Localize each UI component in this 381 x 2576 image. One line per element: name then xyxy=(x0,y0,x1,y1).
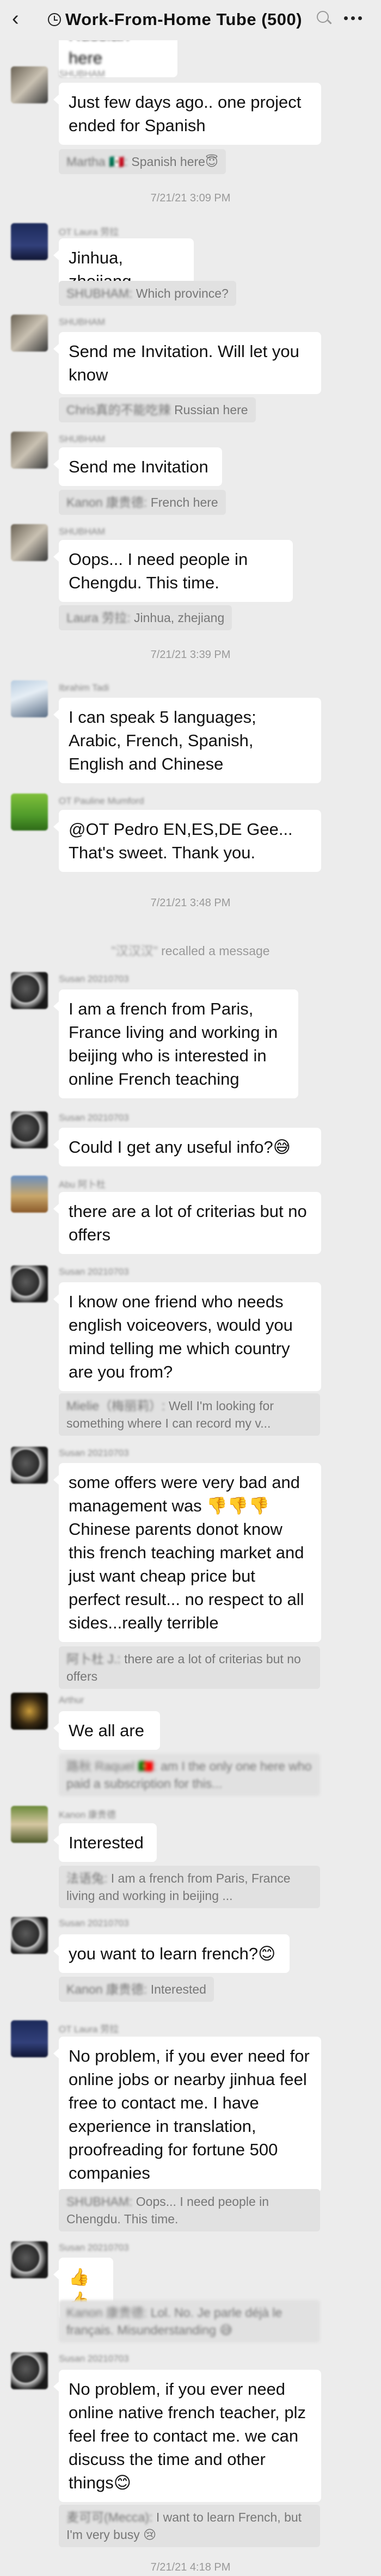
message-bubble[interactable]: Oops... I need people in Chengdu. This t… xyxy=(53,540,293,602)
quote-text: French here xyxy=(150,495,218,509)
avatar[interactable] xyxy=(11,66,48,103)
message-bubble[interactable]: Interested xyxy=(53,1823,157,1862)
avatar[interactable] xyxy=(11,1447,48,1484)
quote-sender: Laura 劳拉: xyxy=(66,611,131,625)
sender-name: SHUBHAM xyxy=(59,526,106,537)
quoted-reply[interactable]: Mielie（梅丽莉）: Well I'm looking for someth… xyxy=(59,1393,320,1436)
avatar[interactable] xyxy=(11,972,48,1009)
sender-name: SHUBHAM xyxy=(59,317,106,327)
mention[interactable]: @OT Pedro EN,ES,DE xyxy=(69,820,242,839)
avatar[interactable] xyxy=(11,1917,48,1954)
quote-sender: 麦可可(Mecca): xyxy=(66,2510,153,2524)
message-bubble[interactable]: Just few days ago.. one project ended fo… xyxy=(53,83,321,145)
quoted-reply[interactable]: Kanon 康贵德: French here xyxy=(59,490,226,515)
timestamp: 7/21/21 3:39 PM xyxy=(150,649,231,661)
message-bubble[interactable]: We all are xyxy=(53,1711,160,1750)
quote-text: Spanish here😇 xyxy=(131,155,218,169)
avatar[interactable] xyxy=(11,1111,48,1148)
message-bubble[interactable]: there are a lot of criterias but no offe… xyxy=(53,1192,321,1254)
quote-text: Jinhua, zhejiang xyxy=(134,611,225,625)
avatar[interactable] xyxy=(11,1176,48,1213)
sender-name: SHUBHAM xyxy=(59,69,106,79)
avatar[interactable] xyxy=(11,1693,48,1730)
quoted-reply[interactable]: Martha 🇲🇽: Spanish here😇 xyxy=(59,149,226,174)
search-icon[interactable] xyxy=(317,11,329,23)
quoted-reply[interactable]: Chris真的不能吃辣 Russian here xyxy=(59,397,256,422)
avatar[interactable] xyxy=(11,1265,48,1302)
chat-header: ‹ Work-From-Home Tube (500) xyxy=(0,0,381,40)
sender-name: Susan 20210703 xyxy=(59,1267,129,1277)
recall-text: recalled a message xyxy=(157,944,270,958)
message-bubble[interactable]: some offers were very bad and management… xyxy=(53,1463,321,1642)
quote-sender: SHUBHAM: xyxy=(66,2194,133,2209)
quote-sender: Kanon 康贵德: xyxy=(66,495,148,509)
recall-sender: "汉汉汉" xyxy=(111,944,158,958)
quote-sender: SHUBHAM: xyxy=(66,286,133,300)
quoted-reply[interactable]: SHUBHAM: Which province? xyxy=(59,281,236,306)
chat-title-group: Work-From-Home Tube (500) xyxy=(48,10,302,29)
chevron-left-icon[interactable]: ‹ xyxy=(12,8,27,29)
quote-text: Russian here xyxy=(174,403,248,417)
sender-name: Susan 20210703 xyxy=(59,1918,129,1928)
quoted-reply[interactable]: Kanon 康贵德: Lol. No. Je parle déjà le fra… xyxy=(59,2300,320,2343)
quoted-reply[interactable]: Kanon 康贵德: Interested xyxy=(59,1977,214,2002)
quote-sender: Mielie（梅丽莉）: xyxy=(66,1399,165,1413)
quoted-reply[interactable]: 阿卜杜 J.: there are a lot of criterias but… xyxy=(59,1646,320,1689)
timestamp: 7/21/21 3:09 PM xyxy=(150,192,231,204)
avatar[interactable] xyxy=(11,680,48,717)
chat-title[interactable]: Work-From-Home Tube (500) xyxy=(65,10,302,29)
sender-name: Susan 20210703 xyxy=(59,2353,129,2364)
quoted-reply[interactable]: Laura 劳拉: Jinhua, zhejiang xyxy=(59,605,232,630)
sender-name: Susan 20210703 xyxy=(59,1448,129,1458)
message-bubble[interactable]: No problem, if you ever need for online … xyxy=(53,2037,321,2192)
sender-name: Arthur xyxy=(59,1695,84,1705)
message-bubble[interactable]: you want to learn french?😊 xyxy=(53,1934,290,1973)
system-notice: "汉汉汉" recalled a message xyxy=(0,940,381,959)
message-bubble[interactable]: I know one friend who needs english voic… xyxy=(53,1282,321,1391)
avatar[interactable] xyxy=(11,223,48,260)
quote-sender: 法语兔: xyxy=(66,1871,108,1885)
avatar[interactable] xyxy=(11,2241,48,2278)
sender-name: Susan 20210703 xyxy=(59,2242,129,2253)
message-bubble[interactable]: I am a french from Paris, France living … xyxy=(53,989,298,1098)
avatar[interactable] xyxy=(11,794,48,831)
quote-sender: Kanon 康贵德: xyxy=(66,1982,148,1996)
sender-name: OT Laura 劳拉 xyxy=(59,2024,119,2034)
sender-name: OT Pauline Mumford xyxy=(59,796,144,806)
message-bubble[interactable]: Send me Invitation. Will let you know xyxy=(53,332,321,394)
quoted-reply[interactable]: 法语兔: I am a french from Paris, France li… xyxy=(59,1866,320,1908)
sender-name: Ibrahim Tadi xyxy=(59,683,109,693)
message-bubble[interactable]: I can speak 5 languages; Arabic, French,… xyxy=(53,698,321,783)
timestamp: 7/21/21 3:48 PM xyxy=(150,897,231,909)
sender-name: Susan 20210703 xyxy=(59,1112,129,1123)
avatar[interactable] xyxy=(11,1806,48,1843)
quote-text: Interested xyxy=(150,1982,206,1996)
quote-sender: Martha 🇲🇽: xyxy=(66,155,128,169)
avatar[interactable] xyxy=(11,2352,48,2389)
more-dots-icon[interactable] xyxy=(344,16,362,20)
message-bubble[interactable]: No problem, if you ever need online nati… xyxy=(53,2370,321,2502)
quote-sender: Kanon 康贵德: xyxy=(66,2306,148,2320)
quoted-reply[interactable]: SHUBHAM: Oops... I need people in Chengd… xyxy=(59,2189,320,2231)
clock-icon xyxy=(48,13,61,26)
message-bubble[interactable]: Could I get any useful info?😅 xyxy=(53,1128,321,1166)
quote-text: Which province? xyxy=(136,286,229,300)
quoted-reply[interactable]: 麦可可(Mecca): I want to learn French, but … xyxy=(59,2505,320,2547)
sender-name: Abu 阿卜杜 xyxy=(59,1179,106,1190)
avatar[interactable] xyxy=(11,315,48,352)
quote-sender: Chris真的不能吃辣 xyxy=(66,403,171,417)
sender-name: Kanon 康贵德 xyxy=(59,1810,116,1820)
avatar[interactable] xyxy=(11,2020,48,2057)
avatar[interactable] xyxy=(11,524,48,561)
sender-name: OT Laura 劳拉 xyxy=(59,227,119,237)
quoted-reply[interactable]: 路秋 Raquel 🇵🇹: am I the only one here who… xyxy=(59,1754,320,1796)
message-bubble[interactable]: @OT Pedro EN,ES,DE Gee... That's sweet. … xyxy=(53,810,321,872)
quote-sender: 阿卜杜 J.: xyxy=(66,1652,121,1666)
message-bubble[interactable]: Send me Invitation xyxy=(53,447,222,486)
sender-name: SHUBHAM xyxy=(59,434,106,444)
avatar[interactable] xyxy=(11,432,48,469)
quote-sender: 路秋 Raquel 🇵🇹: xyxy=(66,1759,157,1773)
timestamp: 7/21/21 4:18 PM xyxy=(150,2561,231,2573)
sender-name: Susan 20210703 xyxy=(59,974,129,984)
